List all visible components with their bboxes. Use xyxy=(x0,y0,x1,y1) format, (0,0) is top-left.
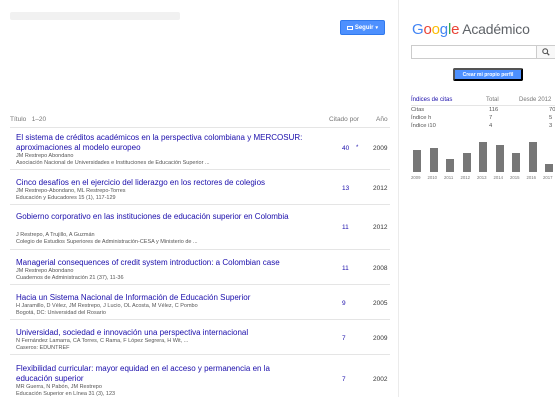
indices-divider xyxy=(411,105,555,106)
table-row: Cinco desafíos en el ejercicio del lider… xyxy=(10,178,390,205)
row-divider xyxy=(10,354,390,355)
index-since: 70 xyxy=(549,107,555,113)
publication-title-link[interactable]: Managerial consequences of credit system… xyxy=(16,258,306,268)
cited-by-link[interactable]: 9 xyxy=(342,300,346,307)
publication-year: 2012 xyxy=(373,185,388,192)
histogram-year-label: 2016 xyxy=(526,175,537,180)
profile-name-placeholder xyxy=(10,12,180,20)
row-divider xyxy=(10,169,390,170)
merged-citations-star[interactable]: * xyxy=(356,145,358,151)
row-divider xyxy=(10,319,390,320)
publication-year: 2012 xyxy=(373,224,388,231)
row-divider xyxy=(10,249,390,250)
histogram-bar[interactable] xyxy=(413,150,421,172)
search-input[interactable] xyxy=(411,45,537,59)
publication-year: 2005 xyxy=(373,300,388,307)
column-year[interactable]: Año xyxy=(376,116,388,123)
cited-by-link[interactable]: 13 xyxy=(342,185,349,192)
histogram-year-label: 2012 xyxy=(460,175,471,180)
column-cited-by[interactable]: Citado por xyxy=(329,116,359,123)
column-since: Desde 2012 xyxy=(519,97,552,103)
publication-source: Asociación Nacional de Universidades e I… xyxy=(16,160,210,166)
histogram-bar[interactable] xyxy=(446,159,454,172)
table-row: Managerial consequences of credit system… xyxy=(10,258,390,285)
search-button[interactable] xyxy=(537,45,555,59)
scholar-sidebar: Google Académico Crear mi propio perfil Í… xyxy=(398,0,555,397)
column-range: 1–20 xyxy=(31,116,47,123)
publication-authors: JM Restrepo Abondano xyxy=(16,153,74,159)
google-scholar-logo[interactable]: Google Académico xyxy=(412,21,530,38)
publication-source: Bogotá, DC: Universidad del Rosario xyxy=(16,310,106,316)
histogram-bar[interactable] xyxy=(545,164,553,172)
cited-by-link[interactable]: 7 xyxy=(342,335,346,342)
histogram-bar[interactable] xyxy=(528,142,537,172)
histogram-year-label: 2014 xyxy=(493,175,504,180)
header-divider xyxy=(10,127,390,128)
publication-title-link[interactable]: Hacia un Sistema Nacional de Información… xyxy=(16,293,306,303)
chevron-down-icon: ▾ xyxy=(375,24,378,31)
follow-button[interactable]: Seguir ▾ xyxy=(340,20,385,35)
histogram-year-label: 2011 xyxy=(444,175,454,180)
histogram-bar[interactable] xyxy=(462,153,471,172)
histogram-bar[interactable] xyxy=(479,142,487,172)
histogram-bar[interactable] xyxy=(512,153,520,172)
histogram-bar[interactable] xyxy=(495,145,504,172)
publication-title-link[interactable]: Gobierno corporativo en las institucione… xyxy=(16,212,306,222)
row-divider xyxy=(10,284,390,285)
column-total: Total xyxy=(486,97,499,103)
publication-title-link[interactable]: Flexibilidad curricular: mayor equidad e… xyxy=(16,364,306,383)
table-row: Universidad, sociedad e innovación una p… xyxy=(10,328,390,355)
row-divider xyxy=(10,204,390,205)
index-total: 7 xyxy=(489,115,493,121)
publication-title-link[interactable]: Cinco desafíos en el ejercicio del lider… xyxy=(16,178,306,188)
table-header: Título 1–20 Citado por Año xyxy=(10,113,390,127)
cited-by-link[interactable]: 11 xyxy=(342,224,349,231)
citation-indices-heading: Índices de citas xyxy=(411,97,453,103)
table-row: Gobierno corporativo en las institucione… xyxy=(10,212,390,250)
publication-source: Caseros: EDUNTREF xyxy=(16,345,70,351)
create-profile-button[interactable]: Crear mi propio perfil xyxy=(453,68,523,81)
cited-by-link[interactable]: 7 xyxy=(342,376,346,383)
publication-authors: J Restrepo, A Trujillo, A Guzmán xyxy=(16,232,95,238)
publication-authors: JM Restrepo-Abondano, ML Restrepo-Torres xyxy=(16,188,126,194)
publication-title-link[interactable]: Universidad, sociedad e innovación una p… xyxy=(16,328,306,338)
publication-authors: JM Restrepo Abondano xyxy=(16,268,74,274)
histogram-year-label: 2009 xyxy=(411,175,421,180)
publication-source: Educación y Educadores 15 (1), 117-129 xyxy=(16,195,116,201)
publication-year: 2008 xyxy=(373,265,388,272)
histogram-year-label: 2010 xyxy=(427,175,438,180)
table-row: Hacia un Sistema Nacional de Información… xyxy=(10,293,390,320)
cited-by-link[interactable]: 11 xyxy=(342,265,349,272)
publication-title-link[interactable]: El sistema de créditos académicos en la … xyxy=(16,133,306,152)
index-since: 5 xyxy=(549,115,553,121)
publication-year: 2009 xyxy=(373,335,388,342)
publication-authors: MR Guerra, N Pabón, JM Restrepo xyxy=(16,384,102,390)
histogram-bar[interactable] xyxy=(429,148,438,172)
table-row: Flexibilidad curricular: mayor equidad e… xyxy=(10,364,390,397)
profile-main: Seguir ▾ Título 1–20 Citado por Año El s… xyxy=(0,0,398,397)
index-label: Índice i10 xyxy=(411,123,436,129)
publication-year: 2009 xyxy=(373,145,388,152)
index-label: Citas xyxy=(411,107,425,113)
histogram-year-label: 2015 xyxy=(510,175,520,180)
publication-source: Colegio de Estudios Superiores de Admini… xyxy=(16,239,198,245)
follow-label: Seguir xyxy=(354,24,374,31)
publication-authors: N Fernández Lamarra, CA Torres, C Rama, … xyxy=(16,338,189,344)
mail-icon xyxy=(347,25,353,30)
index-since: 3 xyxy=(549,123,553,129)
index-total: 4 xyxy=(489,123,493,129)
index-label: Índice h xyxy=(411,115,432,121)
publication-authors: H Jaramillo, D Vélez, JM Restrepo, J Luc… xyxy=(16,303,198,309)
index-total: 116 xyxy=(489,107,499,113)
publication-source: Cuadernos de Administración 21 (37), 11-… xyxy=(16,275,124,281)
column-title[interactable]: Título 1–20 xyxy=(10,116,46,123)
cited-by-link[interactable]: 40 xyxy=(342,145,349,152)
histogram-year-label: 2013 xyxy=(477,175,487,180)
publication-year: 2002 xyxy=(373,376,388,383)
search-icon xyxy=(542,48,550,56)
histogram-year-label: 2017 xyxy=(543,175,553,180)
table-row: El sistema de créditos académicos en la … xyxy=(10,133,390,170)
